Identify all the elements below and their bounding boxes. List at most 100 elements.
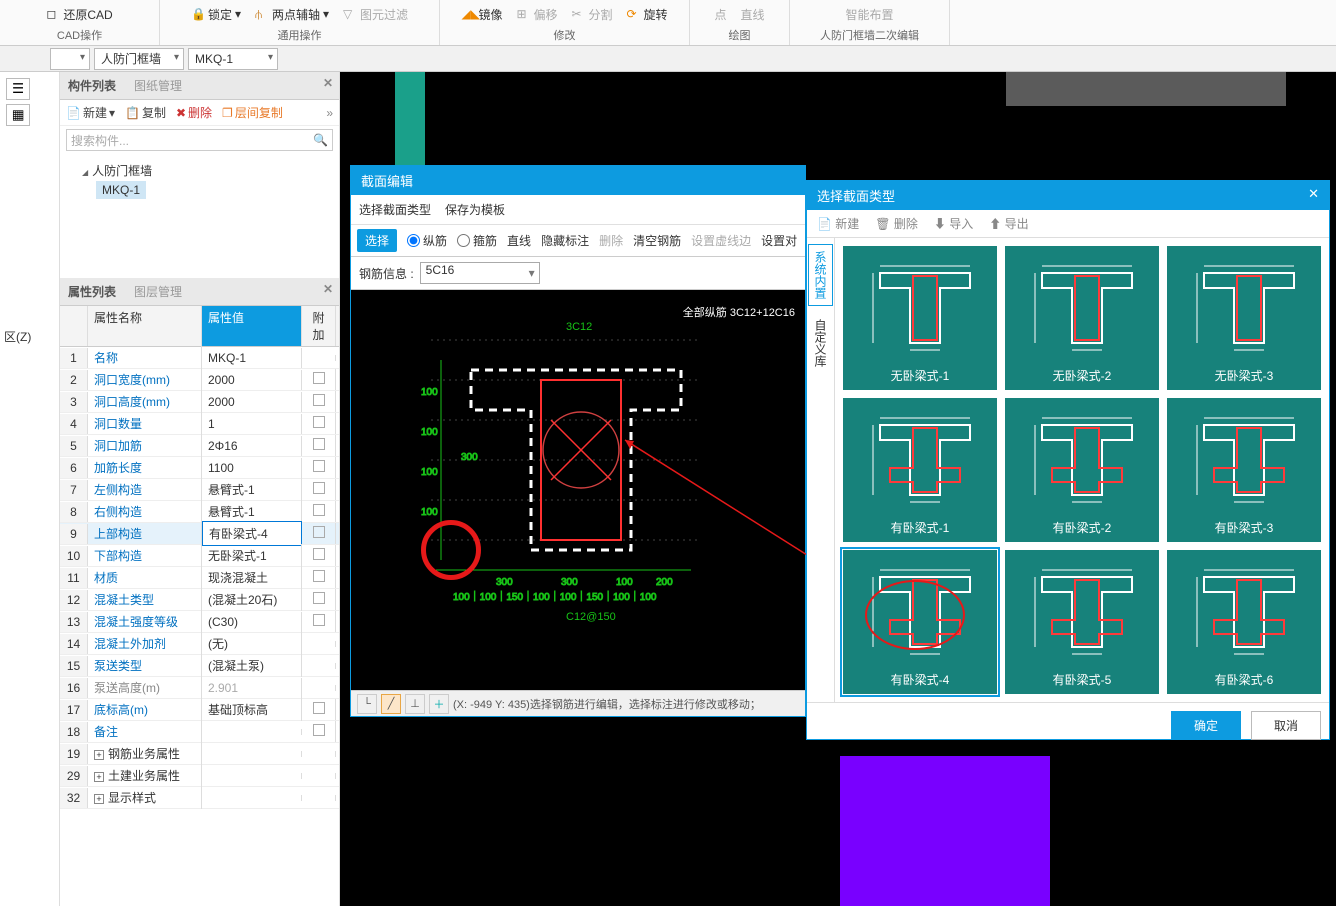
snap-plus-icon[interactable]: ＋ bbox=[429, 694, 449, 714]
section-type-item[interactable]: 无卧梁式-1 bbox=[843, 246, 997, 390]
section-shape-icon bbox=[849, 404, 991, 515]
layer-copy-button[interactable]: ❐ 层间复制 bbox=[222, 104, 283, 121]
hide-label-tool[interactable]: 隐藏标注 bbox=[541, 232, 589, 249]
property-row[interactable]: 4洞口数量1 bbox=[60, 413, 339, 435]
property-row[interactable]: 15泵送类型(混凝土泵) bbox=[60, 655, 339, 677]
extra-checkbox[interactable] bbox=[313, 592, 325, 604]
section-type-item[interactable]: 有卧梁式-1 bbox=[843, 398, 997, 542]
extra-checkbox[interactable] bbox=[313, 702, 325, 714]
lock-button[interactable]: 🔒锁定 ▾ bbox=[191, 6, 241, 23]
section-type-item[interactable]: 无卧梁式-3 bbox=[1167, 246, 1321, 390]
extra-checkbox[interactable] bbox=[313, 504, 325, 516]
rail-btn-2[interactable]: ▦ bbox=[6, 104, 30, 126]
property-list-tab[interactable]: 属性列表 bbox=[68, 283, 116, 300]
section-type-item[interactable]: 有卧梁式-5 bbox=[1005, 550, 1159, 694]
set-pair-tool[interactable]: 设置对 bbox=[761, 232, 797, 249]
property-row[interactable]: 1名称MKQ-1 bbox=[60, 347, 339, 369]
extra-checkbox[interactable] bbox=[313, 614, 325, 626]
layer-manage-tab[interactable]: 图层管理 bbox=[134, 283, 182, 300]
section-type-item[interactable]: 有卧梁式-6 bbox=[1167, 550, 1321, 694]
property-row[interactable]: 11材质现浇混凝土 bbox=[60, 567, 339, 589]
split-button[interactable]: ✂分割 bbox=[572, 6, 613, 23]
type-export-button[interactable]: ⬆ 导出 bbox=[989, 215, 1028, 232]
ok-button[interactable]: 确定 bbox=[1171, 711, 1241, 740]
drawing-manage-tab[interactable]: 图纸管理 bbox=[134, 77, 182, 94]
restore-cad-button[interactable]: ◻ 还原CAD bbox=[46, 6, 112, 23]
component-list-tab[interactable]: 构件列表 bbox=[68, 77, 116, 94]
system-builtin-tab[interactable]: 系统内置 bbox=[808, 244, 833, 306]
svg-text:100: 100 bbox=[421, 427, 438, 438]
extra-checkbox[interactable] bbox=[313, 724, 325, 736]
save-template-menu[interactable]: 保存为模板 bbox=[445, 201, 505, 218]
section-type-item[interactable]: 有卧梁式-4 bbox=[843, 550, 997, 694]
toolbar-more-icon[interactable]: » bbox=[326, 106, 333, 120]
extra-checkbox[interactable] bbox=[313, 482, 325, 494]
long-rebar-radio[interactable]: 纵筋 bbox=[407, 232, 447, 249]
extra-checkbox[interactable] bbox=[313, 526, 325, 538]
panel-close-icon[interactable]: ✕ bbox=[323, 76, 333, 90]
delete-tool[interactable]: 删除 bbox=[599, 232, 623, 249]
section-type-item[interactable]: 有卧梁式-2 bbox=[1005, 398, 1159, 542]
rebar-info-input[interactable]: 5C16▾ bbox=[420, 262, 540, 284]
extra-checkbox[interactable] bbox=[313, 460, 325, 472]
property-row[interactable]: 8右侧构造悬臂式-1 bbox=[60, 501, 339, 523]
property-row[interactable]: 29+土建业务属性 bbox=[60, 765, 339, 787]
property-row[interactable]: 7左侧构造悬臂式-1 bbox=[60, 479, 339, 501]
snap-perp-icon[interactable]: ⊥ bbox=[405, 694, 425, 714]
search-components-input[interactable]: 搜索构件... 🔍 bbox=[66, 129, 333, 151]
property-row[interactable]: 14混凝土外加剂(无) bbox=[60, 633, 339, 655]
snap-diag-icon[interactable]: ╱ bbox=[381, 694, 401, 714]
line-tool[interactable]: 直线 bbox=[507, 232, 531, 249]
property-row[interactable]: 32+显示样式 bbox=[60, 787, 339, 809]
new-component-button[interactable]: 📄 新建 ▾ bbox=[66, 104, 115, 121]
section-type-item[interactable]: 无卧梁式-2 bbox=[1005, 246, 1159, 390]
two-point-axis-button[interactable]: ⫛两点辅轴 ▾ bbox=[255, 6, 329, 23]
property-row[interactable]: 12混凝土类型(混凝土20石) bbox=[60, 589, 339, 611]
property-close-icon[interactable]: ✕ bbox=[323, 282, 333, 296]
section-canvas[interactable]: 全部纵筋 3C12+12C16 100100100100 300 3003001… bbox=[351, 290, 805, 690]
property-row[interactable]: 16泵送高度(m)2.901 bbox=[60, 677, 339, 699]
select-button[interactable]: 选择 bbox=[357, 229, 397, 252]
section-type-close-icon[interactable]: ✕ bbox=[1308, 186, 1319, 205]
elem-filter-button[interactable]: ▽图元过滤 bbox=[343, 6, 408, 23]
custom-lib-tab[interactable]: 自定义库 bbox=[808, 312, 833, 374]
clear-rebar-tool[interactable]: 清空钢筋 bbox=[633, 232, 681, 249]
extra-checkbox[interactable] bbox=[313, 570, 325, 582]
property-row[interactable]: 10下部构造无卧梁式-1 bbox=[60, 545, 339, 567]
extra-checkbox[interactable] bbox=[313, 372, 325, 384]
copy-component-button[interactable]: 📋 复制 bbox=[125, 104, 166, 121]
select-section-type-menu[interactable]: 选择截面类型 bbox=[359, 201, 431, 218]
extra-checkbox[interactable] bbox=[313, 416, 325, 428]
type-import-button[interactable]: ⬇ 导入 bbox=[934, 215, 973, 232]
dropdown-left[interactable] bbox=[50, 48, 90, 70]
cancel-button[interactable]: 取消 bbox=[1251, 711, 1321, 740]
snap-ortho-icon[interactable]: └ bbox=[357, 694, 377, 714]
property-row[interactable]: 3洞口高度(mm)2000 bbox=[60, 391, 339, 413]
property-row[interactable]: 5洞口加筋2Φ16 bbox=[60, 435, 339, 457]
extra-checkbox[interactable] bbox=[313, 438, 325, 450]
property-row[interactable]: 9上部构造有卧梁式-4 bbox=[60, 523, 339, 545]
rotate-button[interactable]: ⟳旋转 bbox=[627, 6, 668, 23]
property-row[interactable]: 6加筋长度1100 bbox=[60, 457, 339, 479]
tree-parent-item[interactable]: 人防门框墙 bbox=[68, 160, 335, 181]
extra-checkbox[interactable] bbox=[313, 548, 325, 560]
tree-child-item[interactable]: MKQ-1 bbox=[96, 181, 146, 199]
component-dropdown[interactable]: MKQ-1 bbox=[188, 48, 278, 70]
section-type-item[interactable]: 有卧梁式-3 bbox=[1167, 398, 1321, 542]
mirror-button[interactable]: ◢◣镜像 bbox=[461, 6, 502, 23]
offset-button[interactable]: ⊞偏移 bbox=[516, 6, 557, 23]
property-row[interactable]: 18备注 bbox=[60, 721, 339, 743]
stirrup-radio[interactable]: 箍筋 bbox=[457, 232, 497, 249]
dashed-edge-tool[interactable]: 设置虚线边 bbox=[691, 232, 751, 249]
extra-checkbox[interactable] bbox=[313, 394, 325, 406]
property-row[interactable]: 2洞口宽度(mm)2000 bbox=[60, 369, 339, 391]
property-row[interactable]: 17底标高(m)基础顶标高 bbox=[60, 699, 339, 721]
smart-layout-button: 智能布置 bbox=[845, 6, 893, 23]
rail-btn-1[interactable]: ☰ bbox=[6, 78, 30, 100]
type-new-button[interactable]: 📄 新建 bbox=[817, 215, 859, 232]
property-row[interactable]: 13混凝土强度等级(C30) bbox=[60, 611, 339, 633]
delete-component-button[interactable]: ✖ 删除 bbox=[176, 104, 212, 121]
category-dropdown[interactable]: 人防门框墙 bbox=[94, 48, 184, 70]
property-row[interactable]: 19+钢筋业务属性 bbox=[60, 743, 339, 765]
type-delete-button[interactable]: 🗑 删除 bbox=[875, 215, 918, 232]
